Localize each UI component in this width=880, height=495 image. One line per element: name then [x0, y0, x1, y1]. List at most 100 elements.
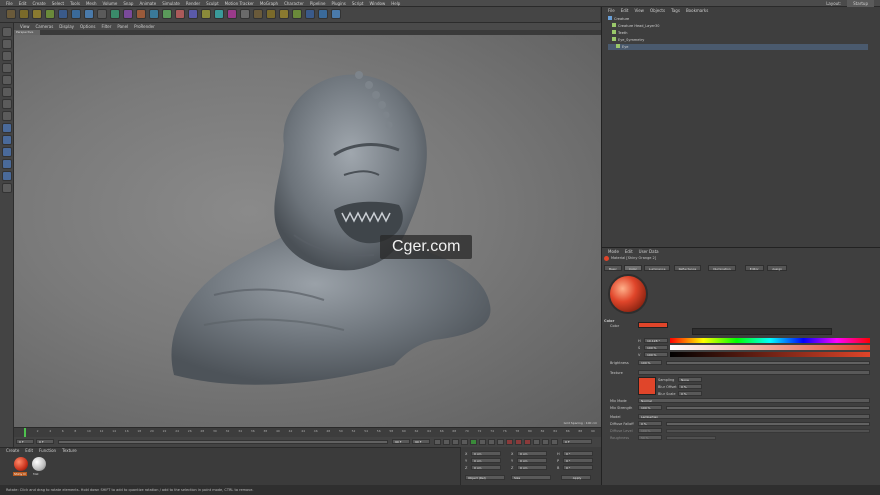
object-menu-bookmarks[interactable]: Bookmarks [686, 7, 708, 14]
left-tool-icon-1[interactable] [2, 39, 12, 49]
toolbar-icon-17[interactable] [227, 9, 237, 19]
menu-item-pipeline[interactable]: Pipeline [310, 0, 326, 7]
toolbar-icon-18[interactable] [240, 9, 250, 19]
left-tool-icon-11[interactable] [2, 159, 12, 169]
menu-item-tools[interactable]: Tools [70, 0, 80, 7]
toolbar-icon-6[interactable] [84, 9, 94, 19]
toolbar-icon-25[interactable] [331, 9, 341, 19]
transport-button-4[interactable] [470, 439, 477, 445]
viewport-menu-options[interactable]: Options [80, 23, 95, 30]
timeline-playhead[interactable] [24, 428, 26, 437]
transport-button-5[interactable] [479, 439, 486, 445]
brightness-field[interactable]: 100 % [638, 360, 662, 365]
tab-editor[interactable]: Editor [744, 265, 764, 271]
left-tool-icon-4[interactable] [2, 75, 12, 85]
menu-item-character[interactable]: Character [284, 0, 304, 7]
sampling-field[interactable]: None [678, 377, 702, 382]
left-tool-icon-13[interactable] [2, 183, 12, 193]
attribute-menu-mode[interactable]: Mode [608, 248, 619, 255]
mix-strength-slider[interactable] [666, 406, 870, 410]
material-swatch-shiny[interactable] [14, 457, 28, 471]
material-menu-edit[interactable]: Edit [25, 448, 33, 454]
coord-mode-select[interactable]: Object (Rel) [465, 475, 505, 480]
menu-item-volume[interactable]: Volume [102, 0, 117, 7]
tab-illumination[interactable]: Illumination [708, 265, 736, 271]
object-menu-objects[interactable]: Objects [650, 7, 665, 14]
object-menu-edit[interactable]: Edit [621, 7, 629, 14]
transport-button-10[interactable] [524, 439, 531, 445]
toolbar-icon-24[interactable] [318, 9, 328, 19]
material-swatch-mat[interactable] [32, 457, 46, 471]
toolbar-icon-3[interactable] [45, 9, 55, 19]
left-tool-icon-0[interactable] [2, 27, 12, 37]
object-row[interactable]: Eye [608, 44, 868, 50]
toolbar-icon-7[interactable] [97, 9, 107, 19]
object-row[interactable]: Teeth [608, 30, 868, 36]
tab-assign[interactable]: Assign [767, 265, 788, 271]
transport-button-2[interactable] [452, 439, 459, 445]
object-menu-file[interactable]: File [608, 7, 615, 14]
left-tool-icon-3[interactable] [2, 63, 12, 73]
toolbar-icon-19[interactable] [253, 9, 263, 19]
left-tool-icon-2[interactable] [2, 51, 12, 61]
toolbar-icon-0[interactable] [6, 9, 16, 19]
transport-button-7[interactable] [497, 439, 504, 445]
toolbar-icon-22[interactable] [292, 9, 302, 19]
coord-field[interactable]: 0 ° [563, 451, 593, 456]
viewport-menu-display[interactable]: Display [59, 23, 74, 30]
blur-offset-field[interactable]: 0 % [678, 384, 702, 389]
toolbar-icon-10[interactable] [136, 9, 146, 19]
material-menu-texture[interactable]: Texture [62, 448, 77, 454]
left-tool-icon-8[interactable] [2, 123, 12, 133]
toolbar-icon-9[interactable] [123, 9, 133, 19]
menu-item-plugins[interactable]: Plugins [332, 0, 346, 7]
v-field[interactable]: 100 % [644, 352, 668, 357]
toolbar-icon-12[interactable] [162, 9, 172, 19]
toolbar-icon-14[interactable] [188, 9, 198, 19]
toolbar-icon-11[interactable] [149, 9, 159, 19]
menu-item-script[interactable]: Script [352, 0, 364, 7]
menu-item-window[interactable]: Window [369, 0, 385, 7]
frame-range-slider[interactable] [58, 440, 388, 444]
menu-item-simulate[interactable]: Simulate [162, 0, 180, 7]
menu-item-render[interactable]: Render [186, 0, 200, 7]
coord-field[interactable]: 0 cm [471, 465, 501, 470]
transport-button-8[interactable] [506, 439, 513, 445]
menu-item-motion-tracker[interactable]: Motion Tracker [225, 0, 254, 7]
viewport-menu-view[interactable]: View [20, 23, 30, 30]
end-frame-field[interactable]: 90 F [392, 439, 410, 444]
diffuse-falloff-field[interactable]: 0 % [638, 421, 662, 426]
coord-field[interactable]: 0 cm [517, 458, 547, 463]
toolbar-icon-13[interactable] [175, 9, 185, 19]
object-menu-tags[interactable]: Tags [671, 7, 680, 14]
texture-field[interactable] [638, 370, 870, 375]
toolbar-icon-4[interactable] [58, 9, 68, 19]
left-tool-icon-9[interactable] [2, 135, 12, 145]
toolbar-icon-2[interactable] [32, 9, 42, 19]
material-menu-function[interactable]: Function [39, 448, 56, 454]
model-select[interactable]: Lambertian [638, 414, 870, 419]
value-slider[interactable] [670, 352, 870, 357]
layout-selector[interactable]: Layout: Startup [820, 0, 874, 7]
left-tool-icon-10[interactable] [2, 147, 12, 157]
right-frame-field[interactable]: 0 F [562, 439, 592, 444]
hue-slider[interactable] [670, 338, 870, 343]
menu-item-sculpt[interactable]: Sculpt [206, 0, 219, 7]
menu-item-create[interactable]: Create [32, 0, 45, 7]
toolbar-icon-5[interactable] [71, 9, 81, 19]
toolbar-icon-21[interactable] [279, 9, 289, 19]
coord-field[interactable]: 0 cm [517, 451, 547, 456]
viewport[interactable]: Cger.com Grid Spacing : 100 cm [14, 35, 601, 427]
timeline[interactable]: 0246810121416182022242628303234363840424… [14, 427, 601, 437]
menu-item-mesh[interactable]: Mesh [86, 0, 97, 7]
left-tool-icon-6[interactable] [2, 99, 12, 109]
transport-button-6[interactable] [488, 439, 495, 445]
color-swatch[interactable] [638, 322, 668, 328]
transport-button-11[interactable] [533, 439, 540, 445]
toolbar-icon-8[interactable] [110, 9, 120, 19]
attribute-menu-edit[interactable]: Edit [625, 248, 633, 255]
material-menu-create[interactable]: Create [6, 448, 19, 454]
apply-button[interactable]: Apply [561, 475, 591, 480]
s-field[interactable]: 100 % [644, 345, 668, 350]
mix-strength-field[interactable]: 100 % [638, 405, 662, 410]
